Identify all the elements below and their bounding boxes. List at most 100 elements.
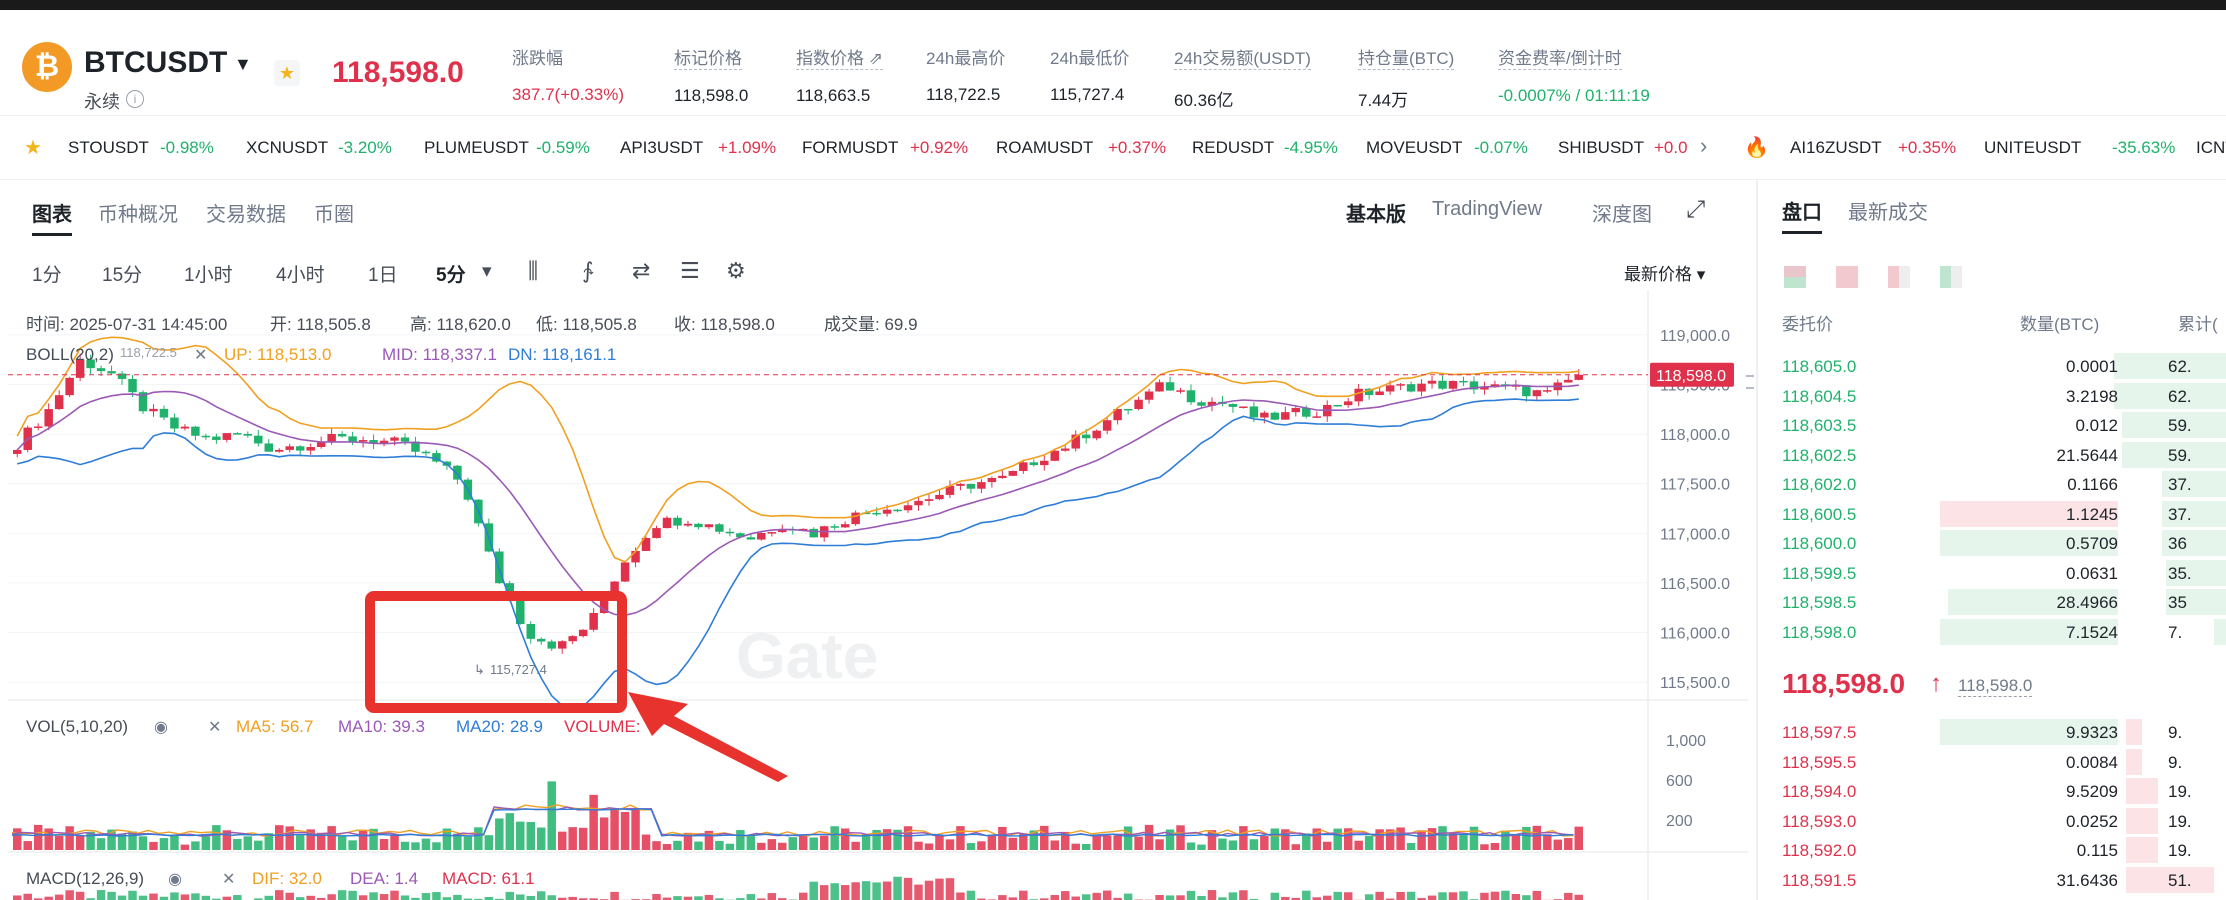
volume-bar [935,834,944,850]
ticker-symbol[interactable]: ICNT [2196,138,2226,158]
candle-body [295,446,305,451]
close-vol-icon[interactable]: ✕ [208,717,221,736]
orderbook-view-both-icon[interactable] [1784,266,1806,288]
ask-price: 118,605.0 [1782,357,1857,376]
macd-bar [327,894,336,900]
ticker-symbol[interactable]: MOVEUSDT [1366,138,1462,158]
volume-bar [390,834,399,850]
candle-body [358,440,368,442]
ask-row[interactable]: 118,600.5 1.1245 37. [1758,500,2226,529]
stat-label[interactable]: 持仓量(BTC) [1358,44,1455,70]
vol-legend-ma10: MA10: 39.3 [338,717,425,736]
symbol-name[interactable]: BTCUSDT [84,46,227,80]
ask-row[interactable]: 118,605.0 0.0001 62. [1758,352,2226,381]
bid-price: 118,594.0 [1782,782,1857,801]
candle-body [1123,408,1133,411]
macd-bar [704,894,714,900]
stat-value: 118,722.5 [926,85,1001,104]
ticker-symbol[interactable]: ROAMUSDT [996,138,1093,158]
volume-bar [1249,839,1259,850]
ask-row[interactable]: 118,604.5 3.2198 62. [1758,382,2226,411]
volume-bar [830,826,839,850]
close-indicator-icon[interactable]: ✕ [194,345,207,364]
highlight-box [365,591,627,713]
info-icon[interactable]: i [126,90,144,108]
stat-1: 标记价格 118,598.0 [674,44,748,106]
bid-row[interactable]: 118,591.5 31.6436 51. [1758,866,2226,895]
stat-value: -0.0007% / 01:11:19 [1498,86,1650,105]
ask-row[interactable]: 118,598.0 7.1524 7. [1758,618,2226,647]
ask-row[interactable]: 118,599.5 0.0631 35. [1758,559,2226,588]
candlestick-chart[interactable]: 119,000.0118,500.0118,000.0117,500.0117,… [8,180,1756,900]
macd-bar [379,894,389,900]
ticker-symbol[interactable]: API3USDT [620,138,703,158]
volume-bar [75,836,85,850]
ticker-symbol[interactable]: UNITEUSDT [1984,138,2081,158]
macd-bar [1532,890,1542,900]
ticker-symbol[interactable]: PLUMEUSDT [424,138,529,158]
tab-orderbook[interactable]: 盘口 [1782,196,1822,234]
volume-bar [641,834,651,850]
macd-bar [809,881,818,900]
candle-body [903,505,913,511]
bid-total: 19. [2168,841,2192,860]
bid-row[interactable]: 118,597.5 9.9323 9. [1758,718,2226,747]
candle-body [33,426,43,428]
bid-row[interactable]: 118,593.0 0.0252 19. [1758,807,2226,836]
stat-label[interactable]: 24h交易额(USDT) [1174,44,1311,70]
ticker-change: -0.07% [1474,138,1528,157]
candle-body [1438,380,1447,389]
volume-bar [1040,825,1049,850]
macd-bar [903,877,913,900]
stat-label[interactable]: 指数价格 ⇗ [796,44,883,70]
ask-row[interactable]: 118,602.0 0.1166 37. [1758,470,2226,499]
volume-bar [1123,826,1133,850]
bid-total: 9. [2168,752,2183,772]
volume-bar [673,840,682,850]
macd-bar [128,890,137,900]
volume-bar [694,841,703,850]
ticker-symbol[interactable]: AI16ZUSDT [1790,138,1882,158]
bid-row[interactable]: 118,592.0 0.115 19. [1758,836,2226,865]
ask-row[interactable]: 118,600.0 0.5709 36 [1758,529,2226,558]
bid-total: 19. [2168,782,2192,801]
ticker-symbol[interactable]: STOUSDT [68,138,149,158]
candle-body [537,638,546,642]
candle-body [935,494,944,500]
candle-body [725,531,735,534]
close-macd-icon[interactable]: ✕ [222,869,235,888]
favorites-star-icon[interactable]: ★ [24,135,42,160]
macd-bar [956,892,965,900]
ask-row[interactable]: 118,602.5 21.5644 59. [1758,441,2226,470]
tab-latest-trades[interactable]: 最新成交 [1848,196,1928,225]
bid-row[interactable]: 118,595.5 0.0084 9. [1758,748,2226,777]
ticker-symbol[interactable]: XCNUSDT [246,138,328,158]
ticker-symbol[interactable]: FORMUSDT [802,138,898,158]
stat-label[interactable]: 资金费率/倒计时 [1498,44,1622,70]
ask-row[interactable]: 118,598.5 28.4966 35 [1758,588,2226,617]
chevron-right-icon[interactable]: › [1700,133,1707,159]
bid-price: 118,595.5 [1782,752,1857,772]
ask-row[interactable]: 118,603.5 0.012 59. [1758,411,2226,440]
bid-row[interactable]: 118,594.0 9.5209 19. [1758,777,2226,806]
favorite-star-icon[interactable]: ★ [274,60,300,86]
volume-bar [998,826,1007,850]
macd-eye-icon[interactable]: ◉ [168,869,182,888]
stat-label[interactable]: 标记价格 [674,44,742,70]
ticker-symbol[interactable]: SHIBUSDT [1558,138,1644,158]
orderbook-view-bids-icon[interactable] [1888,266,1910,288]
header-price: 委托价 [1782,315,1833,334]
volume-bar [1260,836,1269,850]
candle-body [683,523,693,526]
macd-bar [1480,892,1489,900]
eye-icon[interactable]: ◉ [154,717,168,736]
chevron-down-icon[interactable]: ▼ [234,54,252,75]
mark-price: 118,598.0 [1958,676,2033,697]
ask-amount: 21.5644 [2056,445,2118,465]
orderbook-view-green-icon[interactable] [1940,266,1962,288]
ticker-symbol[interactable]: REDUSDT [1192,138,1274,158]
orderbook-view-asks-icon[interactable] [1836,266,1858,288]
header-total: 累计( [2178,315,2218,334]
candle-body [1260,412,1269,418]
candle-body [1291,408,1301,413]
